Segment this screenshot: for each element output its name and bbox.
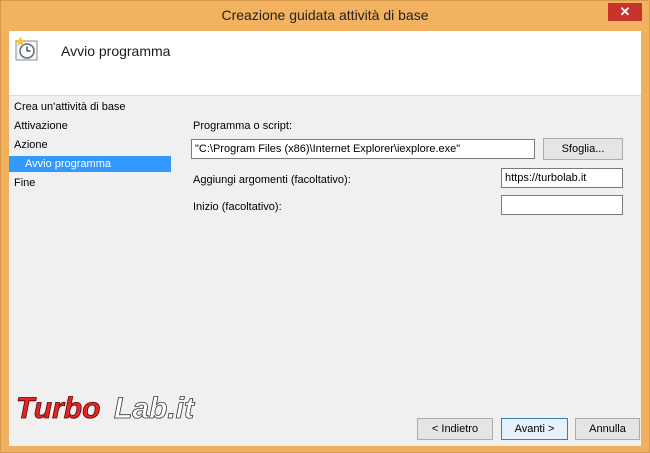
- cancel-button[interactable]: Annulla: [575, 418, 640, 440]
- start-in-label: Inizio (facoltativo):: [193, 201, 282, 213]
- browse-button[interactable]: Sfoglia...: [543, 138, 623, 160]
- wizard-header: Avvio programma: [9, 31, 641, 96]
- nav-step-trigger[interactable]: Attivazione: [9, 118, 171, 134]
- program-script-label: Programma o script:: [193, 120, 293, 132]
- arguments-input[interactable]: https://turbolab.it: [501, 168, 623, 188]
- wizard-window: Creazione guidata attività di base ✕ Avv…: [0, 0, 650, 453]
- start-in-input[interactable]: [501, 195, 623, 215]
- page-title: Avvio programma: [61, 43, 171, 59]
- svg-text:Turbo: Turbo: [16, 392, 100, 425]
- nav-step-create-task[interactable]: Crea un'attività di base: [9, 99, 171, 115]
- nav-step-finish[interactable]: Fine: [9, 175, 171, 191]
- title-bar[interactable]: Creazione guidata attività di base ✕: [1, 1, 649, 30]
- back-button[interactable]: < Indietro: [417, 418, 493, 440]
- nav-step-action[interactable]: Azione: [9, 137, 171, 153]
- nav-step-start-program[interactable]: Avvio programma: [9, 156, 171, 172]
- close-icon: ✕: [619, 4, 631, 19]
- svg-text:Lab.it: Lab.it: [114, 392, 196, 425]
- wizard-client: Avvio programma Crea un'attività di base…: [9, 31, 641, 446]
- close-button[interactable]: ✕: [608, 3, 642, 21]
- window-title: Creazione guidata attività di base: [221, 7, 429, 23]
- task-clock-icon: [15, 36, 38, 61]
- arguments-label: Aggiungi argomenti (facoltativo):: [193, 174, 351, 186]
- turbolab-watermark-logo: Turbo Lab.it: [16, 392, 197, 426]
- program-script-input[interactable]: "C:\Program Files (x86)\Internet Explore…: [191, 139, 535, 159]
- next-button[interactable]: Avanti >: [501, 418, 568, 440]
